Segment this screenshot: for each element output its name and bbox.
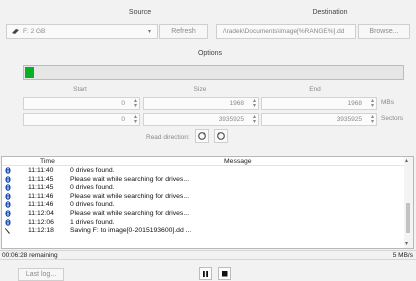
end-sector-field[interactable]: 3935925 ▴ ▾ <box>261 113 377 126</box>
scroll-down-icon[interactable]: ▾ <box>405 240 408 247</box>
spinner-icon[interactable]: ▴ ▾ <box>371 98 374 109</box>
log-row[interactable]: 11:11:46 0 drives found. <box>2 201 402 209</box>
start-sector-field[interactable]: 0 ▴ ▾ <box>23 113 140 126</box>
log-time: 11:11:46 <box>28 192 54 200</box>
log-message-header[interactable]: Message <box>224 157 252 166</box>
log-time: 11:11:45 <box>28 175 54 183</box>
info-icon <box>5 201 11 209</box>
read-backward-button[interactable] <box>214 129 228 143</box>
log-message: 0 drives found. <box>70 201 115 209</box>
pause-icon <box>203 271 208 277</box>
log-row[interactable]: 11:11:40 0 drives found. <box>2 167 402 175</box>
start-mb-field[interactable]: 0 ▴ ▾ <box>23 97 140 110</box>
log-message: Please wait while searching for drives..… <box>70 210 189 217</box>
destination-header: Destination <box>312 9 348 16</box>
spinner-icon[interactable]: ▴ ▾ <box>253 98 256 109</box>
transfer-speed: 5 MB/s <box>392 252 413 259</box>
source-drive-select[interactable]: F: 2 GB ▾ <box>6 24 158 39</box>
log-time: 11:12:18 <box>28 227 54 235</box>
start-sector-value: 0 <box>121 116 125 123</box>
pause-button[interactable] <box>199 267 212 280</box>
end-mb-value: 1968 <box>347 100 362 107</box>
info-icon <box>5 218 11 226</box>
spinner-icon[interactable]: ▴ ▾ <box>134 98 137 109</box>
log-row[interactable]: 11:11:45 0 drives found. <box>2 184 402 192</box>
destination-path-value: /\radek\Documents\image[%RANGE%].dd <box>223 28 345 35</box>
spinner-icon[interactable]: ▴ ▾ <box>134 114 137 125</box>
progress-bar <box>23 65 404 80</box>
source-drive-value: F: 2 GB <box>23 28 46 35</box>
pencil-icon <box>5 227 11 234</box>
end-sector-value: 3935925 <box>336 116 362 123</box>
spinner-icon[interactable]: ▴ ▾ <box>253 114 256 125</box>
info-icon <box>5 184 11 191</box>
size-sector-value: 3935925 <box>218 116 244 123</box>
stop-button[interactable] <box>218 267 231 280</box>
log-row[interactable]: 11:11:45 Please wait while searching for … <box>2 176 402 184</box>
log-message: Please wait while searching for drives..… <box>70 192 189 200</box>
destination-path-field[interactable]: /\radek\Documents\image[%RANGE%].dd <box>216 24 356 39</box>
drive-icon <box>11 28 20 35</box>
app-window: Source Destination F: 2 GB ▾ Refresh /\r… <box>0 0 416 281</box>
options-label: Options <box>197 50 223 57</box>
size-mb-value: 1968 <box>229 100 244 107</box>
info-icon <box>5 175 11 183</box>
scroll-up-icon[interactable]: ▴ <box>405 157 408 164</box>
refresh-icon <box>198 132 206 140</box>
size-sector-field[interactable]: 3935925 ▴ ▾ <box>143 113 259 126</box>
info-icon <box>5 167 11 174</box>
log-header-row: Time Message <box>2 157 413 166</box>
log-message: 0 drives found. <box>70 167 115 174</box>
progress-fill <box>25 67 34 78</box>
time-remaining: 00:06:28 remaining <box>2 252 58 259</box>
log-row[interactable]: 11:12:18 Saving F: to image[0-2015193600]… <box>2 227 402 235</box>
refresh-icon <box>217 132 225 140</box>
log-row[interactable]: 11:11:46 Please wait while searching for … <box>2 193 402 201</box>
log-scrollbar[interactable]: ▴ ▾ <box>404 157 413 248</box>
log-message: 1 drives found. <box>70 218 115 226</box>
last-log-button[interactable]: Last log... <box>18 268 64 281</box>
end-mb-field[interactable]: 1968 ▴ ▾ <box>261 97 377 110</box>
browse-button[interactable]: Browse... <box>358 24 410 39</box>
log-message: Please wait while searching for drives..… <box>70 175 189 183</box>
log-time: 11:11:46 <box>28 201 54 209</box>
log-time: 11:11:40 <box>28 167 54 174</box>
unit-sectors-label: Sectors <box>381 115 404 122</box>
size-mb-field[interactable]: 1968 ▴ ▾ <box>143 97 259 110</box>
info-icon <box>5 210 11 217</box>
source-header: Source <box>128 9 152 16</box>
unit-mbs-label: MBs <box>381 99 394 106</box>
log-time: 11:12:04 <box>28 210 54 217</box>
log-message: 0 drives found. <box>70 184 115 192</box>
log-message: Saving F: to image[0-2015193600].dd ... <box>70 227 192 235</box>
start-mb-value: 0 <box>121 100 125 107</box>
log-time-header[interactable]: Time <box>40 157 55 166</box>
log-time: 11:12:06 <box>28 218 54 226</box>
refresh-button[interactable]: Refresh <box>159 24 208 39</box>
chevron-down-icon: ▾ <box>147 29 151 35</box>
end-column-header: End <box>309 86 321 93</box>
log-time: 11:11:45 <box>28 184 54 192</box>
size-column-header: Size <box>193 86 207 93</box>
read-direction-label: Read direction: <box>146 134 190 141</box>
log-row[interactable]: 11:12:04 Please wait while searching for … <box>2 210 402 218</box>
spinner-icon[interactable]: ▴ ▾ <box>371 114 374 125</box>
start-column-header: Start <box>73 86 87 93</box>
read-forward-button[interactable] <box>195 129 209 143</box>
scroll-thumb[interactable] <box>406 203 410 233</box>
log-table[interactable]: Time Message 11:11:40 0 drives found. 11:1… <box>1 156 414 249</box>
log-row[interactable]: 11:12:06 1 drives found. <box>2 219 402 227</box>
status-bar: 00:06:28 remaining 5 MB/s <box>0 250 416 260</box>
info-icon <box>5 192 11 200</box>
stop-icon <box>222 271 228 277</box>
